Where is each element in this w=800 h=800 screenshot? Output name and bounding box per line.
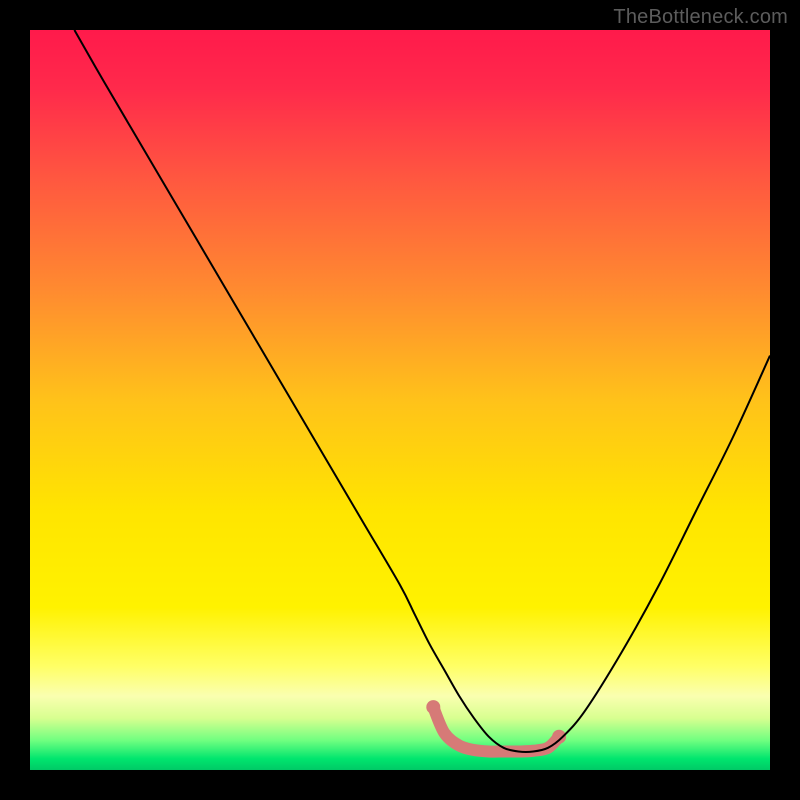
chart-svg — [30, 30, 770, 770]
chart-frame: TheBottleneck.com — [0, 0, 800, 800]
watermark-text: TheBottleneck.com — [613, 6, 788, 29]
bottleneck-curve — [74, 30, 770, 752]
plot-area — [30, 30, 770, 770]
highlight-segment — [433, 707, 559, 752]
highlight-dot-start — [426, 700, 440, 714]
